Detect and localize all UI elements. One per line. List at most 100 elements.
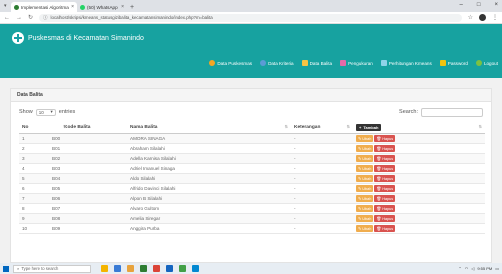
volume-icon[interactable]: ◁ xyxy=(471,266,474,271)
delete-button[interactable]: 🗑 Hapus xyxy=(374,224,396,232)
nav-data-balita[interactable]: Data Balita xyxy=(301,60,332,66)
edge-icon[interactable] xyxy=(114,265,121,272)
sort-icon: ⇅ xyxy=(63,124,67,129)
excel-icon[interactable] xyxy=(179,265,186,272)
tab-close-icon[interactable]: × xyxy=(121,4,124,10)
header-nama-balita[interactable]: Nama Balita ⇅ xyxy=(127,122,291,134)
delete-button[interactable]: 🗑 Hapus xyxy=(374,184,396,192)
cell-no: 2 xyxy=(19,143,49,154)
store-icon[interactable] xyxy=(140,265,147,272)
edit-button[interactable]: ✎ Ubah xyxy=(356,154,374,162)
edit-button[interactable]: ✎ Ubah xyxy=(356,174,374,182)
delete-label: Hapus xyxy=(382,156,394,161)
delete-label: Hapus xyxy=(382,146,394,151)
edit-button[interactable]: ✎ Ubah xyxy=(356,164,374,172)
edit-button[interactable]: ✎ Ubah xyxy=(356,184,374,192)
reload-icon[interactable]: ↻ xyxy=(28,14,33,21)
cell-no: 5 xyxy=(19,173,49,184)
delete-button[interactable]: 🗑 Hapus xyxy=(374,204,396,212)
edit-button[interactable]: ✎ Ubah xyxy=(356,214,374,222)
header-keterangan[interactable]: Keterangan ⇅ xyxy=(291,122,353,134)
cell-no: 3 xyxy=(19,153,49,164)
nav-perhitungan-kmeans[interactable]: Perhitungan Kmeans xyxy=(380,60,432,66)
forward-arrow-icon[interactable]: → xyxy=(16,15,22,21)
nav-label: Pengukuran xyxy=(348,60,373,66)
key-icon xyxy=(439,60,446,66)
tab-search-icon[interactable]: ▾ xyxy=(4,3,7,9)
browser-menu-icon[interactable]: ⋮ xyxy=(492,14,498,21)
taskbar-search[interactable]: ⌕ Type here to search xyxy=(13,264,91,273)
nav-data-kriteria[interactable]: Data Kriteria xyxy=(260,60,294,66)
back-arrow-icon[interactable]: ← xyxy=(4,15,10,21)
profile-avatar[interactable] xyxy=(479,14,486,21)
edit-button[interactable]: ✎ Ubah xyxy=(356,194,374,202)
clock[interactable]: 9:55 PM xyxy=(477,266,492,271)
table-body: 1 B00 AMORA SINAGA - ✎ Ubah 🗑 Hapus 2 B01 Abraha… xyxy=(19,133,485,234)
windows-start-icon[interactable] xyxy=(3,265,9,272)
minimize-button[interactable]: – xyxy=(460,2,463,8)
brand[interactable]: Puskesmas di Kecamatan Simanindo xyxy=(12,32,144,44)
tab-title: Implementasi Algoritma K-mea... xyxy=(21,4,69,10)
nav-pengukuran[interactable]: Pengukuran xyxy=(340,60,373,66)
delete-button[interactable]: 🗑 Hapus xyxy=(374,134,396,142)
add-button[interactable]: + Tambah xyxy=(356,123,382,131)
chevron-up-icon[interactable]: ⌃ xyxy=(458,266,461,271)
tab-kmeans[interactable]: Implementasi Algoritma K-mea... × xyxy=(11,2,77,12)
cell-keterangan: - xyxy=(291,133,353,144)
delete-button[interactable]: 🗑 Hapus xyxy=(374,214,396,222)
cell-kode-balita: B07 xyxy=(49,203,127,214)
bookmark-star-icon[interactable]: ☆ xyxy=(468,14,473,21)
delete-label: Hapus xyxy=(382,176,394,181)
delete-button[interactable]: 🗑 Hapus xyxy=(374,174,396,182)
entries-select[interactable]: 10 ▾ xyxy=(35,108,56,116)
nav-password[interactable]: Password xyxy=(439,60,468,66)
delete-button[interactable]: 🗑 Hapus xyxy=(374,164,396,172)
nav-data-puskesmas[interactable]: Data Puskesmas xyxy=(209,60,252,66)
delete-button[interactable]: 🗑 Hapus xyxy=(374,194,396,202)
wifi-icon[interactable]: ◠ xyxy=(465,266,469,271)
word-icon[interactable] xyxy=(166,265,173,272)
cell-keterangan: - xyxy=(291,193,353,204)
tab-whatsapp[interactable]: (50) WhatsApp × xyxy=(77,2,127,12)
notification-icon[interactable]: ▭ xyxy=(495,266,499,271)
edit-label: Ubah xyxy=(362,226,372,231)
chrome-icon[interactable] xyxy=(153,265,160,272)
new-tab-button[interactable]: + xyxy=(130,4,134,11)
edit-button[interactable]: ✎ Ubah xyxy=(356,144,374,152)
cell-kode-balita: B00 xyxy=(49,133,127,144)
edit-button[interactable]: ✎ Ubah xyxy=(356,134,374,142)
edit-button[interactable]: ✎ Ubah xyxy=(356,204,374,212)
search-input[interactable] xyxy=(421,107,483,117)
task-view-icon[interactable] xyxy=(101,265,108,272)
add-button-label: Tambah xyxy=(363,124,379,130)
header-label: Keterangan xyxy=(294,124,321,130)
url-field[interactable]: ⓘ localhost/skripsi/kmeans_statusgizibal… xyxy=(39,13,462,22)
nav-label: Logout xyxy=(483,60,498,66)
cell-actions: ✎ Ubah 🗑 Hapus xyxy=(353,173,485,184)
header-no[interactable]: No xyxy=(19,122,49,134)
building-icon xyxy=(209,60,216,66)
app-header: Puskesmas di Kecamatan Simanindo Data Pu… xyxy=(0,24,502,78)
header-kode-balita[interactable]: ⇅ Kode Balita xyxy=(49,122,127,134)
cell-keterangan: - xyxy=(291,163,353,174)
cell-keterangan: - xyxy=(291,223,353,234)
close-window-button[interactable]: × xyxy=(494,2,498,8)
vscode-icon[interactable] xyxy=(192,265,199,272)
nav-logout[interactable]: Logout xyxy=(475,60,498,66)
maximize-button[interactable]: □ xyxy=(477,2,481,8)
delete-label: Hapus xyxy=(382,206,394,211)
file-explorer-icon[interactable] xyxy=(127,265,134,272)
app-title: Puskesmas di Kecamatan Simanindo xyxy=(28,34,144,42)
cell-no: 9 xyxy=(19,213,49,224)
edit-label: Ubah xyxy=(362,176,372,181)
cell-no: 10 xyxy=(19,223,49,234)
delete-label: Hapus xyxy=(382,136,394,141)
cell-actions: ✎ Ubah 🗑 Hapus xyxy=(353,153,485,164)
delete-button[interactable]: 🗑 Hapus xyxy=(374,144,396,152)
edit-button[interactable]: ✎ Ubah xyxy=(356,224,374,232)
tab-close-icon[interactable]: × xyxy=(71,4,74,10)
cell-kode-balita: B06 xyxy=(49,193,127,204)
cell-kode-balita: B02 xyxy=(49,153,127,164)
site-info-icon[interactable]: ⓘ xyxy=(43,15,48,21)
delete-button[interactable]: 🗑 Hapus xyxy=(374,154,396,162)
